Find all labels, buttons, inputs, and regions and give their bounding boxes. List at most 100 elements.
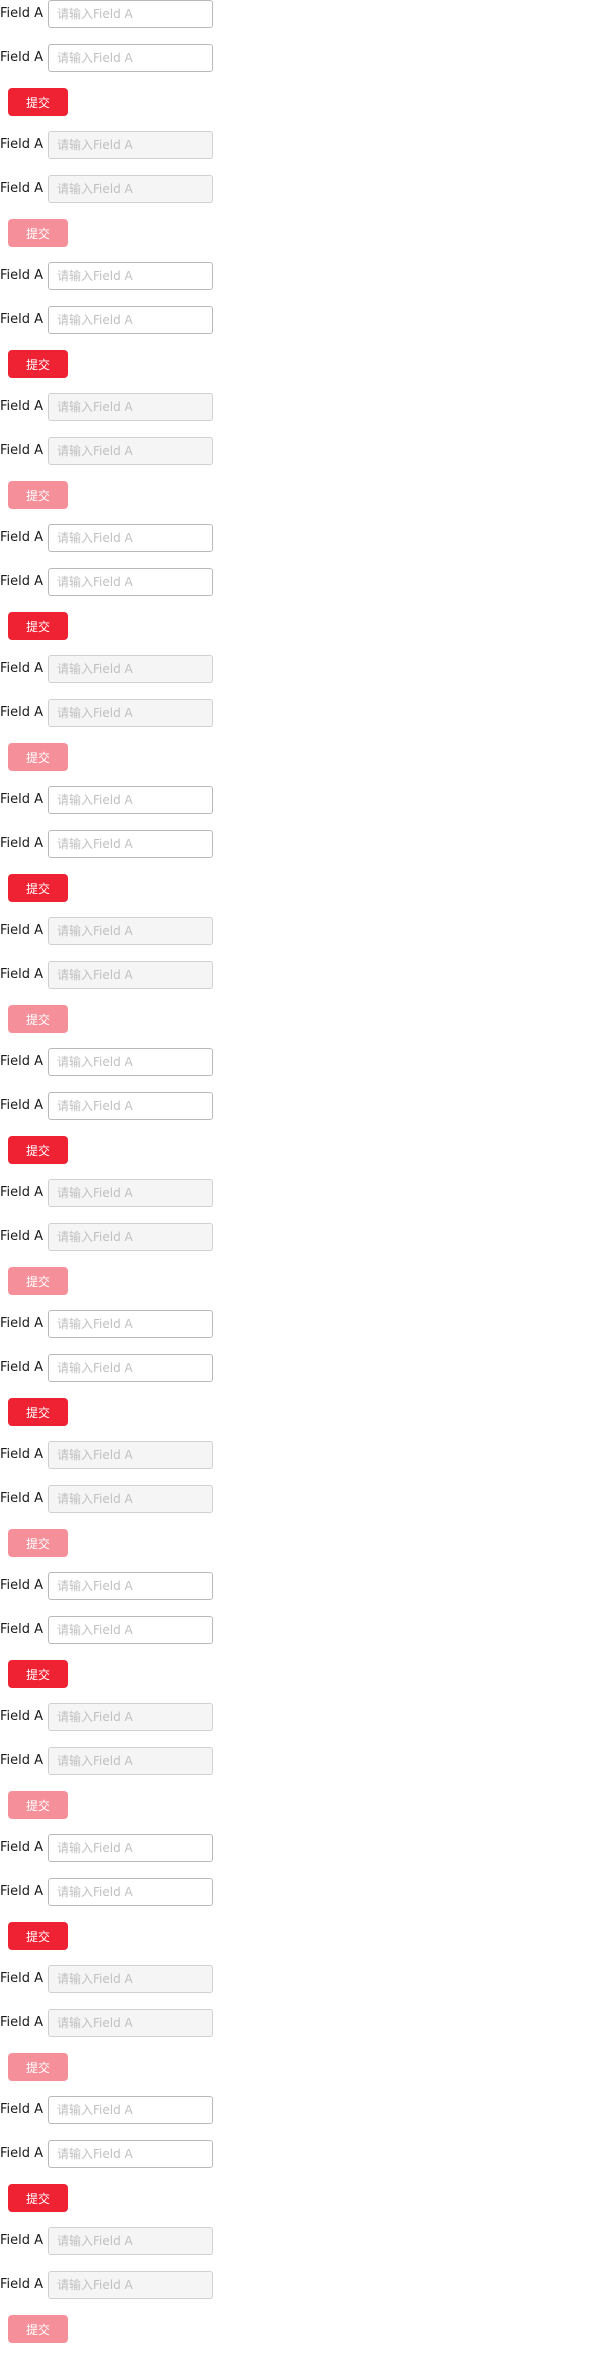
field-a-input[interactable]	[48, 830, 213, 858]
field-a-input	[48, 437, 213, 465]
field-label: Field A	[0, 574, 44, 589]
form-block: Field A Field A 提交	[0, 524, 260, 652]
field-a-input[interactable]	[48, 524, 213, 552]
form-row: Field A	[0, 655, 260, 683]
field-a-input	[48, 393, 213, 421]
submit-button[interactable]: 提交	[8, 1660, 68, 1688]
submit-button[interactable]: 提交	[8, 1922, 68, 1950]
field-label: Field A	[0, 1884, 44, 1899]
field-label: Field A	[0, 1753, 44, 1768]
field-label: Field A	[0, 1971, 44, 1986]
form-row: Field A	[0, 1048, 260, 1076]
field-a-input[interactable]	[48, 1878, 213, 1906]
form-block: Field A Field A 提交	[0, 1834, 260, 1962]
field-a-input[interactable]	[48, 0, 213, 28]
form-block: Field A Field A 提交	[0, 917, 260, 1045]
field-label: Field A	[0, 1098, 44, 1113]
submit-button[interactable]: 提交	[8, 88, 68, 116]
form-row: Field A	[0, 2227, 260, 2255]
form-row: Field A	[0, 830, 260, 858]
form-block: Field A Field A 提交	[0, 2227, 260, 2355]
form-block: Field A Field A 提交	[0, 1572, 260, 1700]
field-a-input	[48, 2271, 213, 2299]
field-a-input	[48, 1703, 213, 1731]
form-block: Field A Field A 提交	[0, 1179, 260, 1307]
form-block: Field A Field A 提交	[0, 655, 260, 783]
field-a-input[interactable]	[48, 1092, 213, 1120]
field-label: Field A	[0, 1054, 44, 1069]
submit-button[interactable]: 提交	[8, 874, 68, 902]
field-label: Field A	[0, 137, 44, 152]
field-a-input[interactable]	[48, 1354, 213, 1382]
field-label: Field A	[0, 661, 44, 676]
form-row: Field A	[0, 1747, 260, 1775]
field-label: Field A	[0, 2233, 44, 2248]
field-label: Field A	[0, 1840, 44, 1855]
form-row: Field A	[0, 1878, 260, 1906]
field-a-input[interactable]	[48, 786, 213, 814]
form-row: Field A	[0, 1616, 260, 1644]
form-block: Field A Field A 提交	[0, 1048, 260, 1176]
field-label: Field A	[0, 705, 44, 720]
field-a-input	[48, 1485, 213, 1513]
field-a-input[interactable]	[48, 306, 213, 334]
field-a-input	[48, 2227, 213, 2255]
submit-button: 提交	[8, 2315, 68, 2343]
field-a-input[interactable]	[48, 568, 213, 596]
form-row: Field A	[0, 699, 260, 727]
field-label: Field A	[0, 1578, 44, 1593]
field-label: Field A	[0, 1622, 44, 1637]
form-row: Field A	[0, 1485, 260, 1513]
field-a-input	[48, 175, 213, 203]
field-a-input[interactable]	[48, 1048, 213, 1076]
form-row: Field A	[0, 131, 260, 159]
field-label: Field A	[0, 1185, 44, 1200]
field-a-input	[48, 917, 213, 945]
field-label: Field A	[0, 967, 44, 982]
field-a-input[interactable]	[48, 1616, 213, 1644]
field-a-input[interactable]	[48, 1834, 213, 1862]
field-a-input	[48, 1441, 213, 1469]
form-row: Field A	[0, 306, 260, 334]
field-a-input	[48, 1747, 213, 1775]
submit-button[interactable]: 提交	[8, 1136, 68, 1164]
submit-button: 提交	[8, 1529, 68, 1557]
field-a-input[interactable]	[48, 262, 213, 290]
submit-button[interactable]: 提交	[8, 612, 68, 640]
field-label: Field A	[0, 181, 44, 196]
form-row: Field A	[0, 961, 260, 989]
submit-button: 提交	[8, 2053, 68, 2081]
field-a-input[interactable]	[48, 2096, 213, 2124]
form-row: Field A	[0, 1310, 260, 1338]
form-row: Field A	[0, 2096, 260, 2124]
field-a-input	[48, 961, 213, 989]
form-row: Field A	[0, 2140, 260, 2168]
submit-button: 提交	[8, 1267, 68, 1295]
form-row: Field A	[0, 2009, 260, 2037]
submit-button[interactable]: 提交	[8, 350, 68, 378]
field-a-input	[48, 1965, 213, 1993]
form-block: Field A Field A 提交	[0, 131, 260, 259]
field-a-input	[48, 131, 213, 159]
form-block: Field A Field A 提交	[0, 786, 260, 914]
form-row: Field A	[0, 175, 260, 203]
form-row: Field A	[0, 262, 260, 290]
field-label: Field A	[0, 399, 44, 414]
field-label: Field A	[0, 50, 44, 65]
field-label: Field A	[0, 1447, 44, 1462]
form-row: Field A	[0, 437, 260, 465]
field-a-input	[48, 1179, 213, 1207]
form-block: Field A Field A 提交	[0, 1441, 260, 1569]
field-a-input[interactable]	[48, 2140, 213, 2168]
field-a-input	[48, 655, 213, 683]
field-a-input[interactable]	[48, 44, 213, 72]
form-row: Field A	[0, 1703, 260, 1731]
field-a-input[interactable]	[48, 1310, 213, 1338]
form-row: Field A	[0, 568, 260, 596]
submit-button[interactable]: 提交	[8, 2184, 68, 2212]
submit-button[interactable]: 提交	[8, 1398, 68, 1426]
field-label: Field A	[0, 2277, 44, 2292]
form-row: Field A	[0, 2271, 260, 2299]
field-a-input[interactable]	[48, 1572, 213, 1600]
form-row: Field A	[0, 786, 260, 814]
